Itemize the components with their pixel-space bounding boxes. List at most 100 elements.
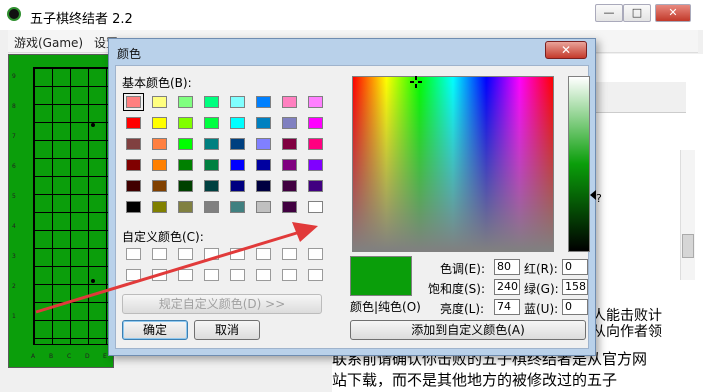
custom-color-swatch[interactable] (256, 269, 271, 281)
basic-color-swatch[interactable] (256, 96, 271, 108)
basic-color-swatch[interactable] (308, 180, 323, 192)
basic-color-swatch[interactable] (178, 138, 193, 150)
custom-color-swatch[interactable] (308, 248, 323, 260)
ok-button[interactable]: 确定 (122, 320, 188, 340)
basic-color-swatch[interactable] (230, 159, 245, 171)
basic-color-swatch[interactable] (152, 201, 167, 213)
basic-color-swatch[interactable] (282, 180, 297, 192)
blue-input[interactable]: 0 (562, 299, 588, 315)
custom-color-swatch[interactable] (204, 248, 219, 260)
luminance-input[interactable]: 74 (494, 299, 520, 315)
basic-color-swatch[interactable] (178, 159, 193, 171)
basic-color-swatch[interactable] (282, 138, 297, 150)
color-dialog: 颜色 ✕ 基本颜色(B): 自定义颜色(C): 规定自定义颜色(D) >> 确定… (108, 38, 596, 356)
custom-color-swatch[interactable] (230, 248, 245, 260)
define-custom-colors-button[interactable]: 规定自定义颜色(D) >> (122, 294, 322, 314)
basic-color-swatch[interactable] (152, 138, 167, 150)
side-text: 人能击败计 从向作者领 (592, 308, 662, 340)
custom-color-swatch[interactable] (126, 248, 141, 260)
basic-color-swatch[interactable] (204, 96, 219, 108)
custom-color-swatch[interactable] (282, 248, 297, 260)
add-to-custom-colors-button[interactable]: 添加到自定义颜色(A) (350, 320, 586, 340)
app-icon (7, 7, 21, 21)
basic-color-swatch[interactable] (308, 96, 323, 108)
basic-color-swatch[interactable] (152, 180, 167, 192)
saturation-input[interactable]: 240 (494, 279, 520, 295)
board-grid[interactable] (33, 67, 113, 345)
side-scrollbar[interactable] (680, 150, 695, 280)
close-button[interactable]: ✕ (655, 4, 691, 22)
side-toolbar (596, 82, 686, 113)
basic-color-swatch[interactable] (126, 159, 141, 171)
board-star-point (91, 123, 95, 127)
minimize-button[interactable]: — (595, 4, 623, 22)
dialog-close-button[interactable]: ✕ (545, 41, 587, 59)
window-title: 五子棋终结者 2.2 (30, 12, 133, 27)
custom-color-swatch[interactable] (178, 248, 193, 260)
basic-color-swatch[interactable] (282, 96, 297, 108)
basic-color-swatch[interactable] (126, 117, 141, 129)
basic-color-swatch[interactable] (256, 180, 271, 192)
basic-color-swatch[interactable] (204, 117, 219, 129)
custom-color-swatch[interactable] (230, 269, 245, 281)
custom-color-swatch[interactable] (282, 269, 297, 281)
basic-color-swatch[interactable] (204, 159, 219, 171)
custom-color-swatch[interactable] (308, 269, 323, 281)
luminance-arrow-icon[interactable] (590, 190, 596, 200)
basic-color-swatch[interactable] (152, 117, 167, 129)
custom-color-swatch[interactable] (178, 269, 193, 281)
blue-label: 蓝(U): (524, 302, 559, 316)
game-board[interactable]: 9 8 7 6 5 4 3 2 1 A B C D E (8, 54, 114, 368)
basic-color-swatch[interactable] (256, 201, 271, 213)
basic-color-swatch[interactable] (204, 201, 219, 213)
basic-color-swatch[interactable] (178, 117, 193, 129)
custom-color-swatch[interactable] (126, 269, 141, 281)
basic-color-swatch[interactable] (230, 96, 245, 108)
custom-color-swatch[interactable] (152, 248, 167, 260)
custom-color-swatch[interactable] (204, 269, 219, 281)
custom-color-swatch[interactable] (152, 269, 167, 281)
dialog-body: 基本颜色(B): 自定义颜色(C): 规定自定义颜色(D) >> 确定 取消 颜… (115, 65, 596, 349)
row-label: 9 (12, 73, 16, 80)
basic-color-swatch[interactable] (230, 117, 245, 129)
menu-game[interactable]: 游戏(Game) (14, 34, 83, 51)
green-input[interactable]: 158 (562, 279, 588, 295)
red-input[interactable]: 0 (562, 259, 588, 275)
basic-color-swatch[interactable] (123, 93, 144, 111)
row-label: 4 (12, 223, 16, 230)
basic-color-swatch[interactable] (282, 201, 297, 213)
basic-color-swatch[interactable] (282, 159, 297, 171)
spectrum-crosshair-icon (410, 76, 422, 88)
basic-color-swatch[interactable] (230, 180, 245, 192)
basic-color-swatch[interactable] (152, 96, 167, 108)
cancel-button[interactable]: 取消 (194, 320, 260, 340)
basic-color-swatch[interactable] (178, 180, 193, 192)
main-titlebar: 五子棋终结者 2.2 — □ ✕ (0, 0, 703, 30)
green-label: 绿(G): (524, 282, 559, 296)
basic-color-swatch[interactable] (126, 180, 141, 192)
basic-color-swatch[interactable] (178, 201, 193, 213)
basic-color-swatch[interactable] (256, 159, 271, 171)
basic-color-swatch[interactable] (204, 138, 219, 150)
basic-color-swatch[interactable] (178, 96, 193, 108)
basic-color-swatch[interactable] (204, 180, 219, 192)
basic-color-swatch[interactable] (230, 201, 245, 213)
side-scroll-thumb[interactable] (682, 234, 694, 258)
color-spectrum[interactable] (352, 76, 554, 252)
basic-color-swatch[interactable] (230, 138, 245, 150)
col-label: D (85, 353, 90, 360)
basic-color-swatch[interactable] (126, 201, 141, 213)
basic-color-swatch[interactable] (308, 138, 323, 150)
hue-input[interactable]: 80 (494, 259, 520, 275)
basic-color-swatch[interactable] (126, 138, 141, 150)
basic-color-swatch[interactable] (308, 201, 323, 213)
luminance-slider[interactable] (568, 76, 590, 252)
basic-color-swatch[interactable] (308, 117, 323, 129)
basic-color-swatch[interactable] (308, 159, 323, 171)
basic-color-swatch[interactable] (282, 117, 297, 129)
basic-color-swatch[interactable] (256, 138, 271, 150)
maximize-button[interactable]: □ (623, 4, 651, 22)
basic-color-swatch[interactable] (256, 117, 271, 129)
basic-color-swatch[interactable] (152, 159, 167, 171)
custom-color-swatch[interactable] (256, 248, 271, 260)
